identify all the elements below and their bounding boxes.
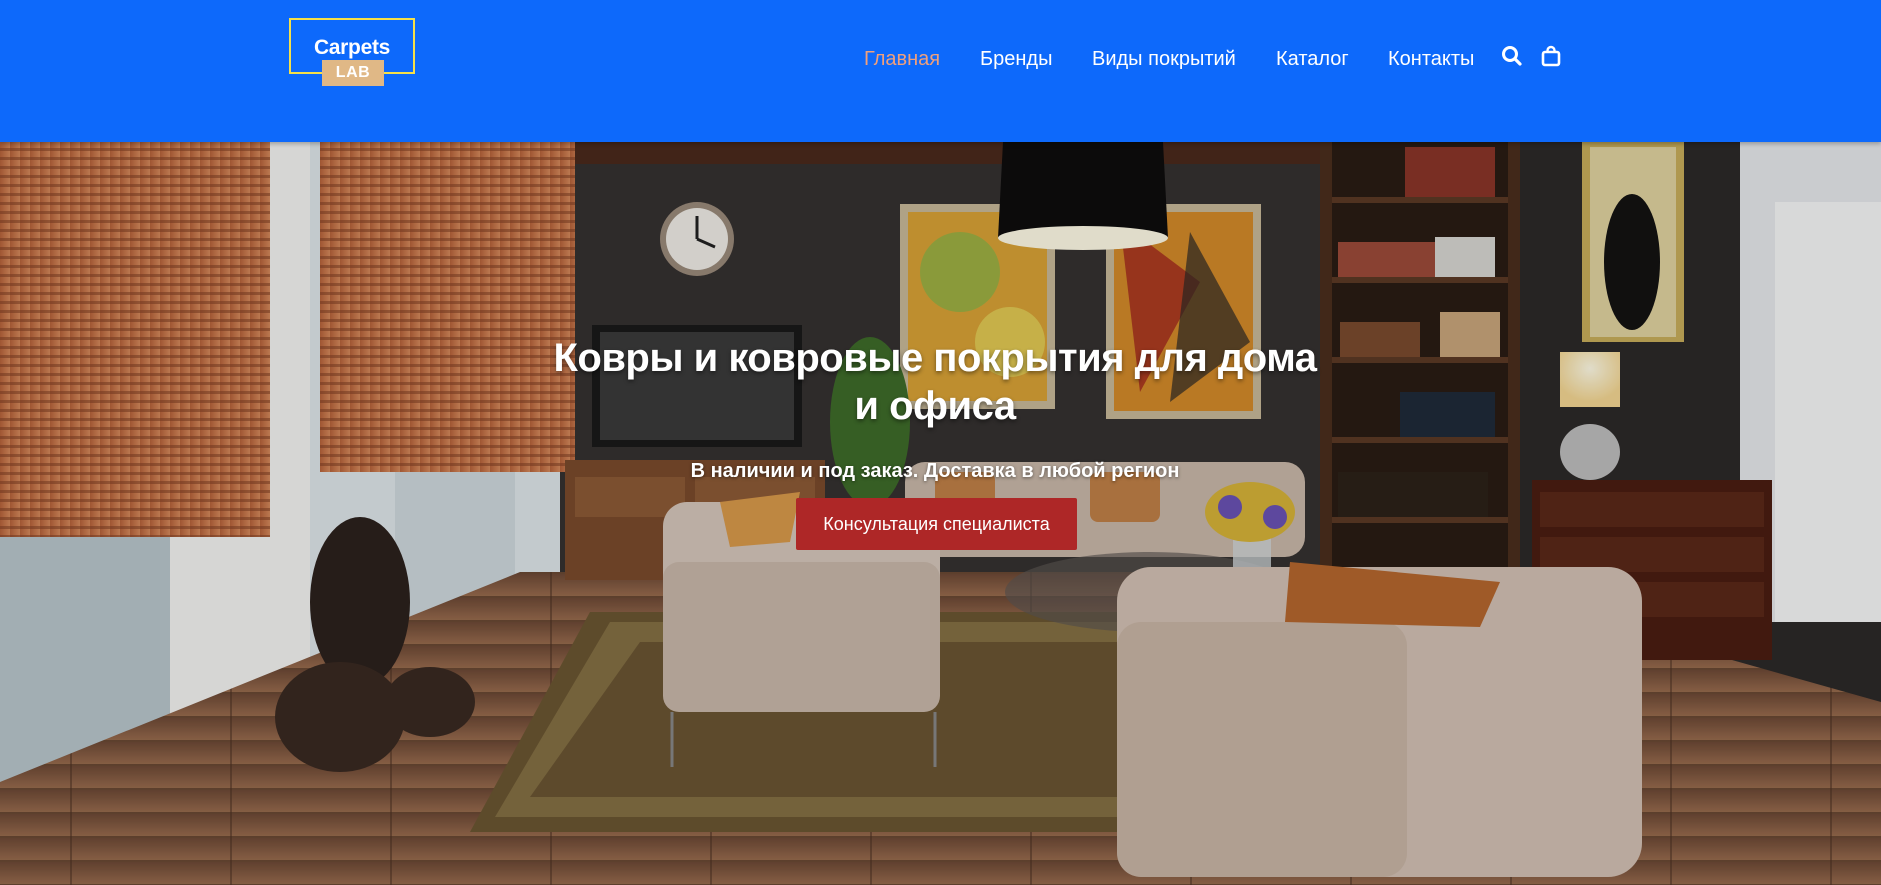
nav-item-home[interactable]: Главная	[864, 46, 940, 72]
logo-tag: LAB	[322, 60, 384, 86]
shopping-bag-icon[interactable]	[1539, 44, 1563, 68]
search-icon[interactable]	[1500, 44, 1524, 68]
nav-item-brands[interactable]: Бренды	[980, 46, 1052, 72]
hero-title: Ковры и ковровые покрытия для дома и офи…	[553, 335, 1317, 428]
site-header: Carpets LAB Главная Бренды Виды покрытий…	[0, 0, 1881, 142]
nav-item-contacts[interactable]: Контакты	[1388, 46, 1474, 72]
nav-item-coverings[interactable]: Виды покрытий	[1092, 46, 1236, 72]
nav-item-catalog[interactable]: Каталог	[1276, 46, 1349, 72]
hero-subtitle: В наличии и под заказ. Доставка в любой …	[690, 460, 1180, 482]
logo[interactable]: Carpets LAB	[289, 18, 415, 86]
hero-section: Ковры и ковровые покрытия для дома и офи…	[0, 142, 1881, 885]
consultation-button[interactable]: Консультация специалиста	[796, 498, 1077, 550]
logo-word: Carpets	[313, 36, 391, 59]
